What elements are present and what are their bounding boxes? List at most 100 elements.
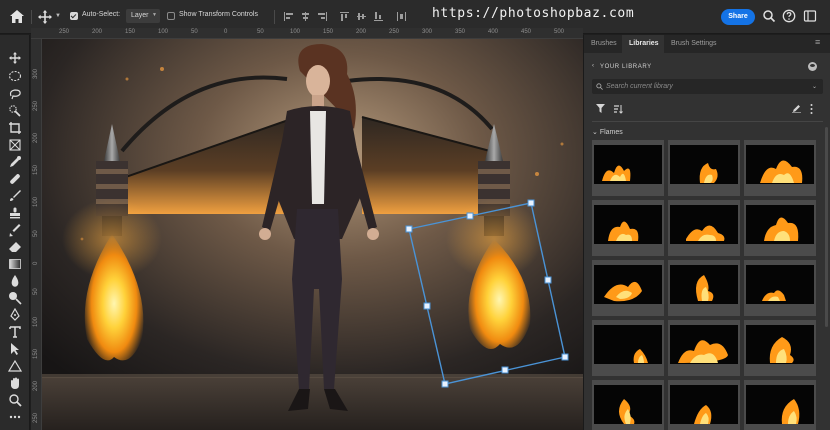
ruler-tick-label: 50 xyxy=(33,230,39,237)
move-tool-icon[interactable] xyxy=(8,51,22,65)
group-flames-label[interactable]: ⌄ Flames xyxy=(592,128,623,136)
ruler-tick-label: 500 xyxy=(554,29,565,35)
tab-brush-settings[interactable]: Brush Settings xyxy=(671,40,717,47)
eyedropper-tool-icon[interactable] xyxy=(8,155,22,169)
shape-tool-icon[interactable] xyxy=(8,359,22,373)
chevron-left-icon[interactable]: ‹ xyxy=(592,63,594,69)
transform-controls-label: Show Transform Controls xyxy=(179,11,258,18)
marquee-tool-icon[interactable] xyxy=(8,69,22,83)
ruler-tick-label: 200 xyxy=(33,380,39,391)
auto-select-value: Layer xyxy=(131,12,149,19)
ruler-tick-label: 200 xyxy=(92,29,103,35)
artwork-image xyxy=(42,39,583,430)
ruler-tick-label: 350 xyxy=(455,29,466,35)
flame-thumbnail[interactable] xyxy=(668,320,740,376)
chevron-down-icon[interactable]: ⌄ xyxy=(812,83,817,90)
gradient-tool-icon[interactable] xyxy=(8,257,22,271)
more-tools-icon[interactable] xyxy=(8,410,22,424)
search-icon[interactable] xyxy=(762,9,776,23)
auto-select-dropdown[interactable]: Layer ▼ xyxy=(126,9,160,23)
flame-thumbnail[interactable] xyxy=(668,200,740,256)
align-left-icon[interactable] xyxy=(284,12,294,21)
library-search-field[interactable]: Search current library ⌄ xyxy=(592,79,823,94)
ruler-tick-label: 0 xyxy=(33,261,39,265)
align-middle-icon[interactable] xyxy=(357,12,367,21)
share-button[interactable]: Share xyxy=(721,9,755,25)
align-center-icon[interactable] xyxy=(301,12,311,21)
ruler-tick-label: 250 xyxy=(33,412,39,423)
watermark-text: https://photoshopbaz.com xyxy=(432,6,635,21)
edit-icon[interactable] xyxy=(792,104,801,113)
path-select-tool-icon[interactable] xyxy=(8,342,22,356)
eraser-tool-icon[interactable] xyxy=(8,240,22,254)
align-top-icon[interactable] xyxy=(340,12,350,21)
move-icon[interactable] xyxy=(38,10,52,24)
ruler-tick-label: 200 xyxy=(33,132,39,143)
history-brush-tool-icon[interactable] xyxy=(8,223,22,237)
align-right-icon[interactable] xyxy=(318,12,328,21)
zoom-tool-icon[interactable] xyxy=(8,393,22,407)
flame-thumbnail[interactable] xyxy=(592,140,664,196)
blur-tool-icon[interactable] xyxy=(8,274,22,288)
workspace-icon[interactable] xyxy=(803,9,817,23)
align-bottom-icon[interactable] xyxy=(374,12,384,21)
ruler-tick-label: 250 xyxy=(33,100,39,111)
flame-thumbnail[interactable] xyxy=(668,260,740,316)
ruler-tick-label: 150 xyxy=(125,29,136,35)
ruler-tick-label: 400 xyxy=(488,29,499,35)
stamp-tool-icon[interactable] xyxy=(8,206,22,220)
brush-tool-icon[interactable] xyxy=(8,189,22,203)
document-canvas[interactable] xyxy=(42,39,583,430)
more-options-icon[interactable] xyxy=(810,103,813,115)
separator xyxy=(274,10,275,24)
lasso-tool-icon[interactable] xyxy=(8,87,22,101)
help-icon[interactable] xyxy=(782,9,796,23)
ruler-tick-label: 100 xyxy=(33,316,39,327)
ruler-tick-label: 50 xyxy=(33,288,39,295)
search-placeholder: Search current library xyxy=(606,83,673,90)
frame-tool-icon[interactable] xyxy=(8,138,22,152)
auto-select-label: Auto-Select: xyxy=(82,11,121,18)
sort-icon[interactable] xyxy=(613,104,623,114)
flame-thumbnail[interactable] xyxy=(668,380,740,430)
group-name: Flames xyxy=(599,129,623,136)
flame-thumbnail[interactable] xyxy=(592,200,664,256)
flame-thumbnail[interactable] xyxy=(668,140,740,196)
panel-tabs: Brushes Libraries Brush Settings ≡ xyxy=(584,35,830,53)
ruler-tick-label: 150 xyxy=(33,348,39,359)
distribute-icon[interactable] xyxy=(397,12,407,21)
flame-thumbnail[interactable] xyxy=(592,260,664,316)
tab-libraries[interactable]: Libraries xyxy=(629,40,659,47)
flame-thumbnail[interactable] xyxy=(744,200,816,256)
separator xyxy=(31,10,32,24)
type-tool-icon[interactable] xyxy=(8,325,22,339)
ruler-tick-label: 300 xyxy=(422,29,433,35)
filter-icon[interactable] xyxy=(596,104,605,113)
chevron-down-icon[interactable]: ▼ xyxy=(55,13,61,19)
flame-thumbnail[interactable] xyxy=(744,140,816,196)
flame-thumbnail[interactable] xyxy=(744,320,816,376)
home-icon[interactable] xyxy=(8,8,26,26)
flame-thumbnail[interactable] xyxy=(744,380,816,430)
tab-brushes[interactable]: Brushes xyxy=(591,40,617,47)
flame-thumbnail[interactable] xyxy=(592,320,664,376)
panel-menu-icon[interactable]: ≡ xyxy=(815,37,820,47)
transform-controls-checkbox[interactable] xyxy=(167,12,175,20)
flame-thumbnail[interactable] xyxy=(592,380,664,430)
divider xyxy=(592,121,823,122)
flame-thumbnail[interactable] xyxy=(744,260,816,316)
panel-scrollbar[interactable] xyxy=(825,127,828,327)
search-icon xyxy=(596,83,603,90)
crop-tool-icon[interactable] xyxy=(8,121,22,135)
ruler-tick-label: 150 xyxy=(323,29,334,35)
pen-tool-icon[interactable] xyxy=(8,308,22,322)
dodge-tool-icon[interactable] xyxy=(8,291,22,305)
ruler-tick-label: 250 xyxy=(59,29,70,35)
ruler-vertical: 300 250 200 150 100 50 0 50 100 150 200 … xyxy=(31,39,42,430)
auto-select-checkbox[interactable] xyxy=(70,12,78,20)
healing-tool-icon[interactable] xyxy=(8,172,22,186)
user-icon[interactable] xyxy=(808,62,817,71)
quick-select-tool-icon[interactable] xyxy=(8,104,22,118)
hand-tool-icon[interactable] xyxy=(8,376,22,390)
ruler-tick-label: 450 xyxy=(521,29,532,35)
